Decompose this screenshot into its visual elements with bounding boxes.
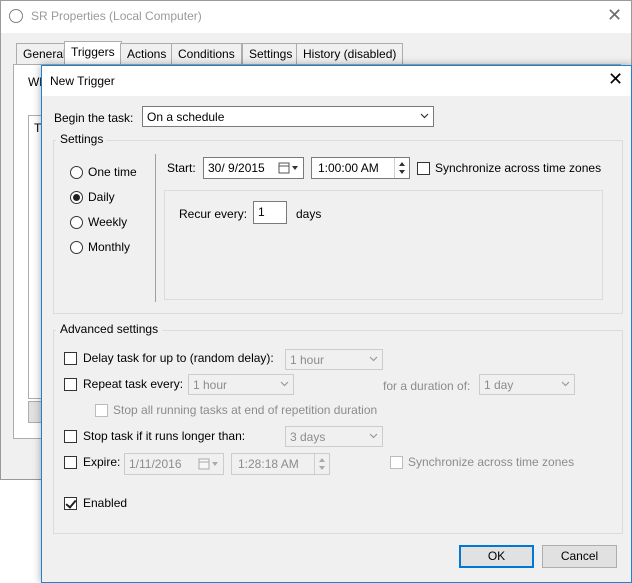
duration-select[interactable]: 1 day: [479, 374, 575, 395]
delay-task-value: 1 hour: [290, 353, 325, 367]
repeat-task-value: 1 hour: [193, 378, 228, 392]
tab-conditions[interactable]: Conditions: [171, 43, 242, 64]
dialog-close-icon[interactable]: ✕: [608, 69, 623, 90]
repeat-task-label: Repeat task every:: [83, 377, 184, 391]
tab-history[interactable]: History (disabled): [296, 43, 404, 64]
expire-date-picker[interactable]: 1/11/2016: [124, 453, 224, 475]
enabled-checkbox[interactable]: [64, 497, 77, 510]
stop-longer-value: 3 days: [290, 430, 326, 444]
tab-settings[interactable]: Settings: [242, 43, 300, 64]
spin-up-down-icon: [399, 162, 405, 174]
duration-value: 1 day: [484, 378, 514, 392]
dialog-title: New Trigger: [50, 74, 115, 88]
delay-task-checkbox[interactable]: [64, 352, 77, 365]
chevron-down-icon: [369, 433, 378, 439]
radio-weekly-label: Weekly: [88, 215, 128, 229]
radio-daily-label: Daily: [88, 190, 115, 204]
radio-one-time-label: One time: [88, 165, 137, 179]
stop-longer-select[interactable]: 3 days: [285, 426, 383, 447]
chevron-down-icon: [369, 356, 378, 362]
expire-sync-label: Synchronize across time zones: [408, 455, 575, 469]
recur-every-label: Recur every:: [179, 207, 248, 221]
duration-label: for a duration of:: [383, 379, 471, 393]
start-time-field[interactable]: 1:00:00 AM: [311, 157, 410, 179]
radio-monthly[interactable]: [70, 241, 83, 254]
enabled-label: Enabled: [83, 496, 128, 510]
delay-task-select[interactable]: 1 hour: [285, 349, 383, 370]
delay-task-label: Delay task for up to (random delay):: [83, 351, 274, 365]
expire-checkbox[interactable]: [64, 456, 77, 469]
start-time-value: 1:00:00 AM: [318, 161, 379, 175]
background-close-icon[interactable]: ✕: [607, 5, 622, 26]
stop-longer-label: Stop task if it runs longer than:: [83, 429, 246, 443]
calendar-icon: [198, 458, 218, 470]
radio-monthly-label: Monthly: [88, 240, 131, 254]
expire-sync-checkbox[interactable]: [390, 456, 403, 469]
start-label: Start:: [167, 161, 196, 175]
spin-up-down-icon: [319, 458, 325, 470]
begin-task-value: On a schedule: [147, 110, 225, 124]
advanced-settings-title: Advanced settings: [56, 322, 163, 336]
sync-timezones-checkbox[interactable]: [417, 162, 430, 175]
start-time-spinner[interactable]: [394, 158, 409, 178]
radio-one-time[interactable]: [70, 166, 83, 179]
stop-running-label: Stop all running tasks at end of repetit…: [113, 403, 378, 417]
background-window-title: SR Properties (Local Computer): [31, 9, 202, 23]
begin-task-select[interactable]: On a schedule: [142, 106, 434, 127]
repeat-task-select[interactable]: 1 hour: [188, 374, 294, 395]
recur-unit-label: days: [296, 207, 322, 221]
chevron-down-icon: [561, 381, 570, 387]
repeat-task-checkbox[interactable]: [64, 378, 77, 391]
tab-triggers[interactable]: Triggers: [64, 41, 122, 65]
recur-every-value: 1: [258, 205, 265, 219]
task-clock-icon: [9, 9, 23, 23]
radio-weekly[interactable]: [70, 216, 83, 229]
expire-time-value: 1:28:18 AM: [238, 457, 299, 471]
start-date-value: 30/ 9/2015: [208, 161, 265, 175]
sync-timezones-label: Synchronize across time zones: [435, 161, 602, 175]
expire-time-spinner[interactable]: [314, 454, 329, 474]
recur-every-input[interactable]: 1: [253, 201, 287, 224]
ok-button[interactable]: OK: [459, 545, 534, 568]
settings-divider: [155, 154, 156, 302]
start-date-picker[interactable]: 30/ 9/2015: [203, 157, 304, 179]
stop-running-checkbox[interactable]: [95, 404, 108, 417]
chevron-down-icon: [280, 381, 289, 387]
new-trigger-dialog: New Trigger ✕ Begin the task: On a sched…: [41, 65, 632, 583]
expire-date-value: 1/11/2016: [129, 457, 182, 471]
begin-task-label: Begin the task:: [54, 111, 134, 125]
chevron-down-icon: [420, 113, 429, 119]
tab-actions[interactable]: Actions: [120, 43, 174, 64]
calendar-icon: [278, 162, 298, 174]
settings-group-title: Settings: [56, 132, 108, 146]
stop-longer-checkbox[interactable]: [64, 430, 77, 443]
expire-label: Expire:: [83, 455, 121, 469]
cancel-button[interactable]: Cancel: [542, 545, 617, 568]
expire-time-field[interactable]: 1:28:18 AM: [231, 453, 330, 475]
dialog-titlebar: [42, 66, 631, 96]
radio-daily[interactable]: [70, 191, 83, 204]
